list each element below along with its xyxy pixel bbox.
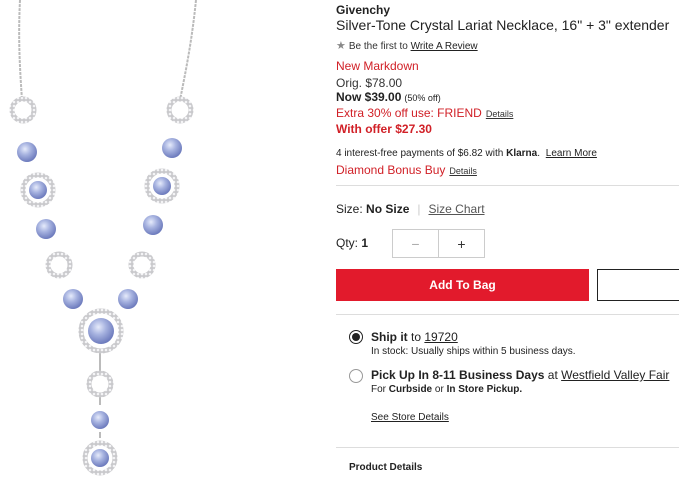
- bonus-label[interactable]: Diamond Bonus Buy: [336, 163, 445, 177]
- zip-code-link[interactable]: 19720: [424, 330, 457, 344]
- pickup-option: Pick Up In 8-11 Business Days at Westfie…: [371, 368, 669, 382]
- review-prefix: Be the first to: [348, 41, 408, 52]
- in-store-label: In Store Pickup.: [446, 384, 523, 395]
- necklace-image: [9, 0, 197, 476]
- star-icon: ★: [336, 40, 346, 52]
- bonus-details-link[interactable]: Details: [449, 166, 477, 176]
- product-details-toggle[interactable]: Product Details: [349, 462, 422, 473]
- quantity-stepper: − +: [392, 229, 485, 258]
- ship-option: Ship it to 19720: [371, 330, 458, 344]
- original-price: Orig. $78.00: [336, 76, 403, 90]
- curbside-label: Curbside: [388, 384, 433, 395]
- size-separator: |: [417, 202, 421, 216]
- write-review-link[interactable]: Write A Review: [411, 41, 478, 52]
- review-prompt: ★ Be the first to Write A Review: [336, 39, 478, 52]
- product-info: Givenchy Silver-Tone Crystal Lariat Neck…: [336, 0, 679, 486]
- divider: [336, 185, 679, 186]
- divider: [336, 314, 679, 315]
- size-value: No Size: [366, 202, 410, 216]
- size-chart-link[interactable]: Size Chart: [429, 202, 485, 216]
- decrease-quantity-button[interactable]: −: [393, 230, 439, 257]
- store-link[interactable]: Westfield Valley Fair: [561, 368, 669, 382]
- qty-value: 1: [361, 236, 369, 250]
- qty-text: Qty:: [336, 236, 359, 250]
- product-image[interactable]: [0, 0, 300, 486]
- discount-percent: (50% off): [404, 93, 441, 103]
- add-to-bag-button[interactable]: Add To Bag: [336, 269, 589, 301]
- see-store-details-link[interactable]: See Store Details: [371, 412, 449, 423]
- klarna-brand: Klarna: [506, 148, 538, 159]
- ship-label: Ship it: [371, 330, 408, 344]
- pickup-methods: For Curbside or In Store Pickup.: [371, 384, 522, 395]
- size-row: Size: No Size | Size Chart: [336, 202, 485, 216]
- size-label: Size:: [336, 202, 363, 216]
- brand-name[interactable]: Givenchy: [336, 3, 390, 17]
- learn-more-link[interactable]: Learn More: [546, 148, 597, 159]
- markdown-label: New Markdown: [336, 59, 419, 73]
- promo-details-link[interactable]: Details: [486, 109, 514, 119]
- klarna-financing: 4 interest-free payments of $6.82 with K…: [336, 148, 597, 159]
- pickup-at: at: [547, 368, 558, 382]
- now-price: Now $39.00: [336, 90, 402, 104]
- pickup-or: or: [434, 384, 444, 395]
- ship-radio[interactable]: [349, 330, 363, 344]
- wishlist-button[interactable]: [597, 269, 679, 301]
- divider: [336, 447, 679, 448]
- offer-price: With offer $27.30: [336, 122, 432, 136]
- bonus-buy: Diamond Bonus Buy Details: [336, 163, 477, 177]
- promo-text: Extra 30% off use: FRIEND: [336, 106, 482, 120]
- promo-offer: Extra 30% off use: FRIEND Details: [336, 106, 513, 120]
- product-title: Silver-Tone Crystal Lariat Necklace, 16"…: [336, 17, 670, 33]
- current-price: Now $39.00 (50% off): [336, 90, 441, 104]
- pickup-radio[interactable]: [349, 369, 363, 383]
- klarna-text: 4 interest-free payments of $6.82 with: [336, 148, 504, 159]
- ship-to: to: [411, 330, 422, 344]
- pickup-for: For: [371, 384, 386, 395]
- pickup-label: Pick Up In 8-11 Business Days: [371, 368, 545, 382]
- ship-availability: In stock: Usually ships within 5 busines…: [371, 346, 576, 357]
- klarna-dot: .: [537, 148, 540, 159]
- quantity-label: Qty: 1: [336, 236, 368, 250]
- increase-quantity-button[interactable]: +: [439, 230, 484, 257]
